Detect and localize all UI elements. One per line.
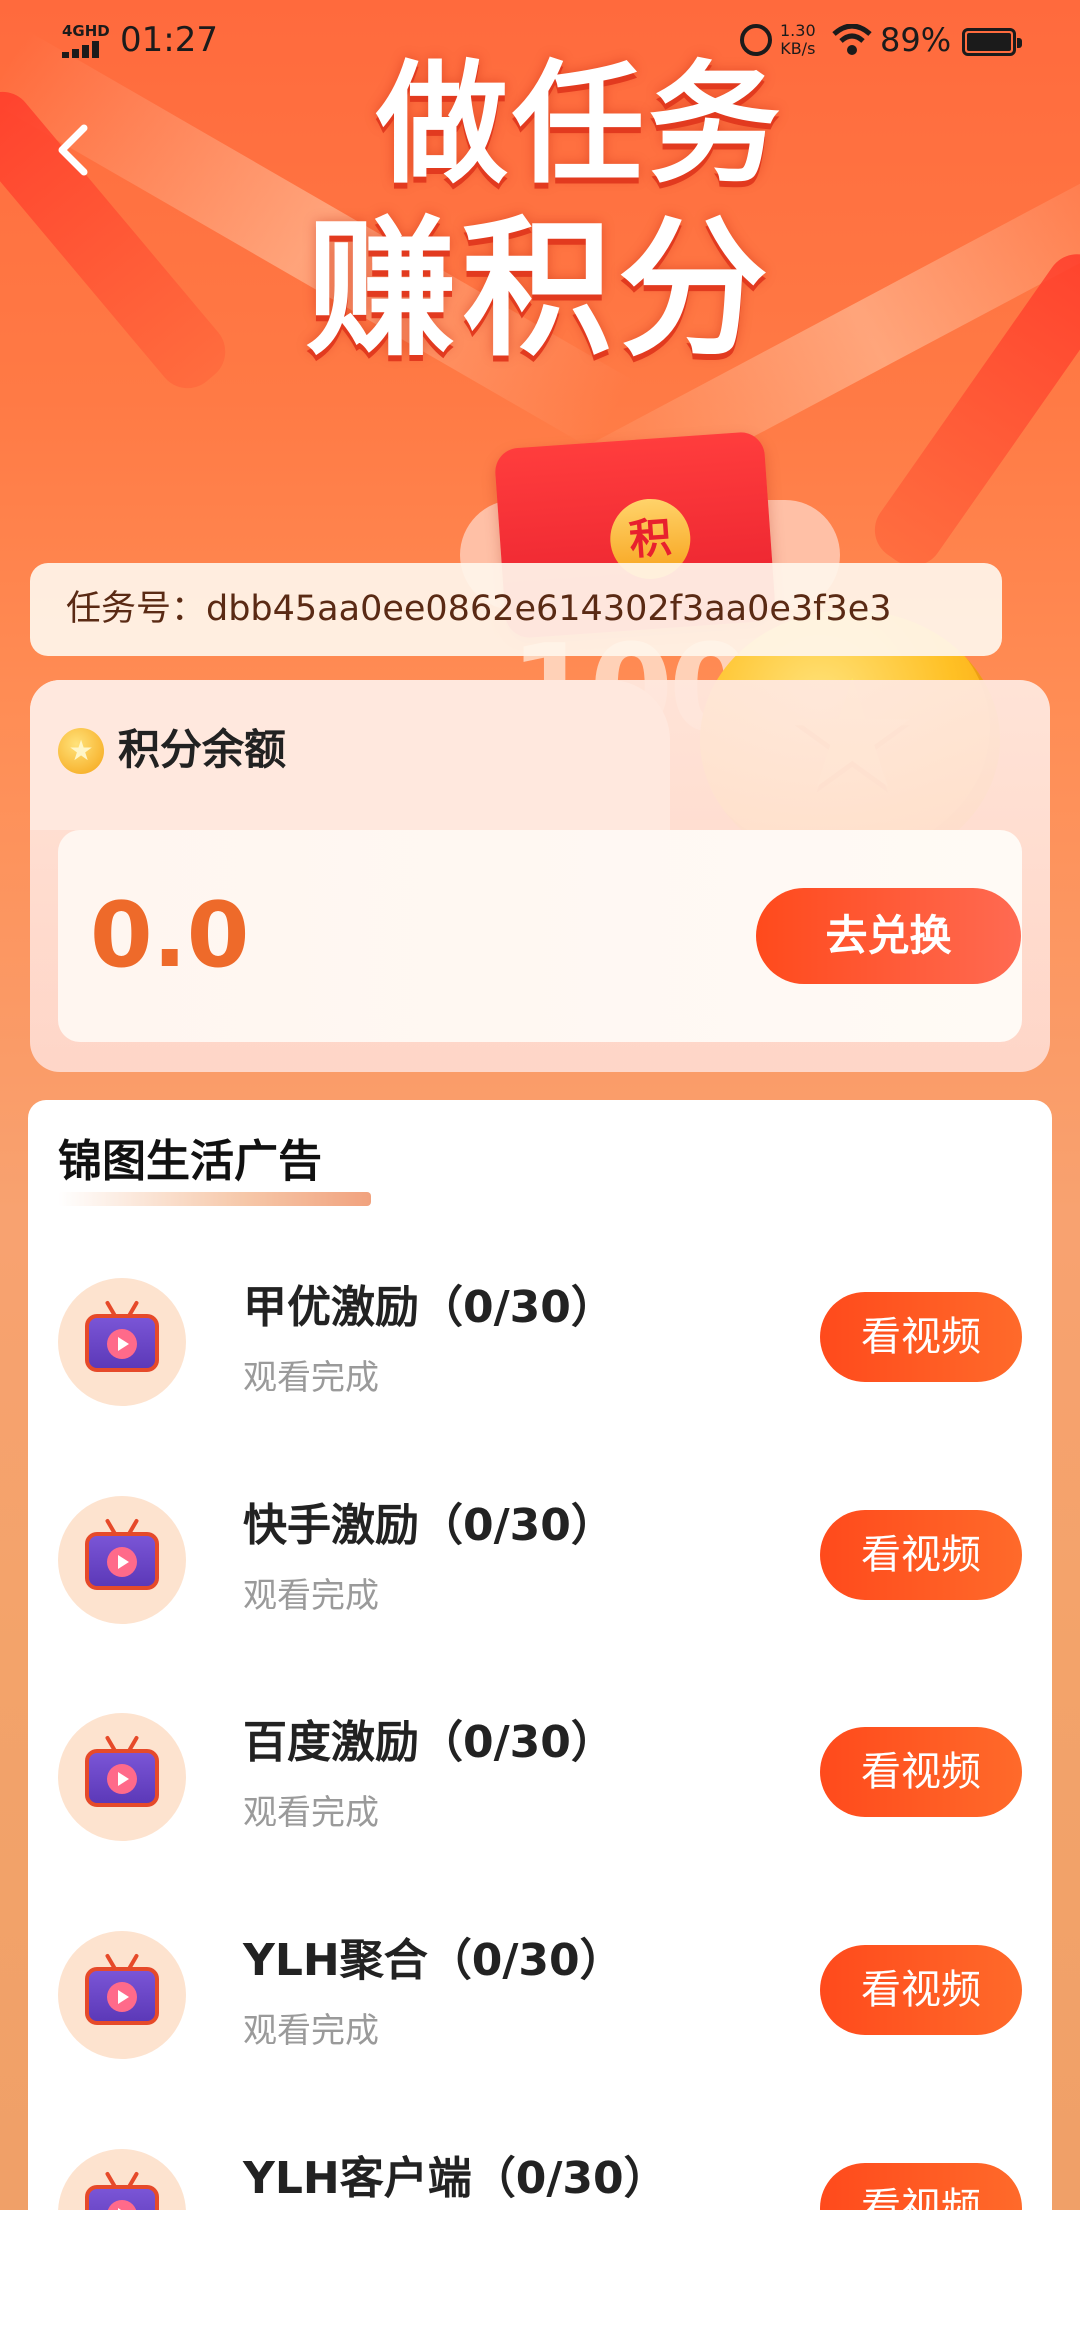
task-name: 甲优激励（0/30） [243, 1282, 615, 1333]
redeem-button[interactable]: 去兑换 [756, 888, 1021, 984]
list-item: 快手激励（0/30） 观看完成 看视频 [58, 1496, 1022, 1646]
watch-video-button[interactable]: 看视频 [820, 1292, 1022, 1382]
ads-card: 锦图生活广告 甲优激励（0/30） 观看完成 看视频 快手激励（0/30） 观看… [28, 1100, 1052, 2210]
list-item: YLH聚合（0/30） 观看完成 看视频 [58, 1931, 1022, 2081]
back-arrow-icon[interactable] [40, 110, 110, 190]
points-value: 0.0 [90, 883, 250, 988]
signal-icon [62, 41, 99, 58]
task-id-text: 任务号：dbb45aa0ee0862e614302f3aa0e3f3e3 [66, 589, 892, 629]
task-name: 快手激励（0/30） [243, 1500, 615, 1551]
tv-video-icon [58, 1278, 186, 1406]
task-status: 观看完成 [243, 1358, 379, 1398]
task-points-page: 4GHD 01:27 1.30 KB/s 89% 做任务 赚积分 积 100 [0, 0, 1080, 2210]
bottom-blank-area [0, 2210, 1080, 2340]
points-balance-card: ★ 积分余额 0.0 去兑换 [30, 680, 1050, 1072]
list-item: 甲优激励（0/30） 观看完成 看视频 [58, 1278, 1022, 1428]
watch-video-button[interactable]: 看视频 [820, 1510, 1022, 1600]
hero-title-line1: 做任务 [376, 48, 784, 202]
tv-video-icon [58, 1931, 186, 2059]
tv-video-icon [58, 1496, 186, 1624]
title-underline [58, 1192, 371, 1206]
hero-title-line2: 赚积分 [305, 203, 774, 377]
task-id-bar: 任务号：dbb45aa0ee0862e614302f3aa0e3f3e3 [30, 563, 1002, 656]
task-status: 观看完成 [243, 2011, 379, 2051]
network-type: 4GHD [62, 22, 110, 40]
points-inner-panel: 0.0 去兑换 [58, 830, 1022, 1042]
tv-video-icon [58, 2149, 186, 2210]
battery-icon [962, 28, 1022, 56]
speed-value: 1.30 [780, 21, 816, 40]
points-title: 积分余额 [118, 725, 287, 774]
tv-video-icon [58, 1713, 186, 1841]
task-status: 观看完成 [243, 1576, 379, 1616]
list-item: YLH客户端（0/30） 看视频 [58, 2149, 1022, 2210]
watch-video-button[interactable]: 看视频 [820, 2163, 1022, 2210]
task-name: YLH聚合（0/30） [243, 1935, 624, 1986]
task-name: YLH客户端（0/30） [243, 2153, 668, 2204]
watch-video-button[interactable]: 看视频 [820, 1727, 1022, 1817]
watch-video-button[interactable]: 看视频 [820, 1945, 1022, 2035]
coin-icon: ★ [58, 728, 104, 774]
ads-section-title: 锦图生活广告 [58, 1136, 322, 1187]
task-name: 百度激励（0/30） [243, 1717, 615, 1768]
list-item: 百度激励（0/30） 观看完成 看视频 [58, 1713, 1022, 1863]
task-status: 观看完成 [243, 1793, 379, 1833]
hero-banner-title: 做任务 赚积分 [200, 50, 960, 380]
